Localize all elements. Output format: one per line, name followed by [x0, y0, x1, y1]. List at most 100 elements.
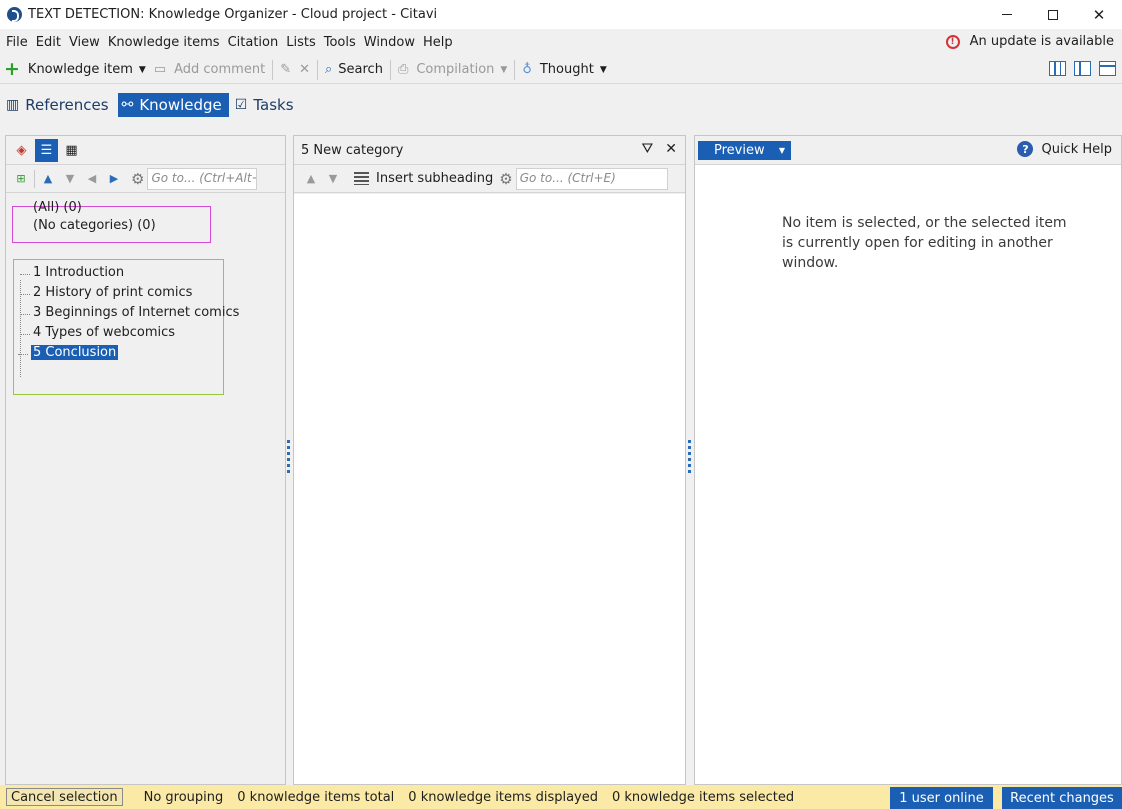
preview-label: Preview	[714, 142, 765, 158]
close-icon: ✕	[1092, 5, 1106, 24]
category-toolbar: ⊞ ▲ ▼ ◀ ▶ ⚙ Go to... (Ctrl+Alt+	[6, 165, 285, 193]
add-category-icon[interactable]: ⊞	[10, 172, 32, 185]
knowledge-goto-input[interactable]: Go to... (Ctrl+E)	[515, 167, 668, 190]
maximize-button[interactable]	[1030, 0, 1076, 29]
category-tree: (All) (0) (No categories) (0) 1 Introduc…	[6, 194, 285, 784]
menu-view[interactable]: View	[63, 35, 100, 50]
printer-icon: ⎙	[397, 62, 409, 77]
cancel-selection-button[interactable]: Cancel selection	[6, 788, 123, 806]
search-icon: ⌕	[325, 62, 333, 77]
outline-item[interactable]: 3 Beginnings of Internet comics	[19, 305, 239, 320]
splitter-handle[interactable]	[688, 440, 692, 480]
chevron-down-icon[interactable]: ▼	[139, 65, 146, 75]
preview-body: No item is selected, or the selected ite…	[695, 165, 1121, 784]
selected-items-status: 0 knowledge items selected	[611, 789, 795, 805]
category-none[interactable]: (No categories) (0)	[33, 218, 156, 233]
update-notice-label: An update is available	[969, 34, 1114, 49]
tab-references[interactable]: ▥ References	[2, 93, 116, 117]
view-grid-button[interactable]: ▦	[60, 139, 83, 162]
title-bar: TEXT DETECTION: Knowledge Organizer - Cl…	[0, 0, 1122, 29]
subheading-icon	[354, 172, 369, 185]
knowledge-item-label: Knowledge item	[27, 62, 133, 77]
knowledge-item-button[interactable]: + Knowledge item ▼	[0, 57, 150, 83]
knowledge-items-pane: 5 New category ⛛ ✕ ▲ ▼ Insert subheading…	[293, 135, 686, 785]
move-down-icon[interactable]: ▼	[59, 172, 81, 185]
layout-three-pane-icon[interactable]	[1049, 61, 1066, 76]
outline-item[interactable]: 1 Introduction	[19, 265, 124, 280]
category-goto-input[interactable]: Go to... (Ctrl+Alt+	[147, 167, 258, 190]
outline-item[interactable]: 2 History of print comics	[19, 285, 192, 300]
preview-pane: Preview ▼ ? Quick Help No item is select…	[694, 135, 1122, 785]
recent-changes-button[interactable]: Recent changes	[1002, 787, 1122, 809]
main-toolbar: + Knowledge item ▼ ▭ Add comment ✎ ✕ ⌕ S…	[0, 56, 1122, 84]
preview-header: Preview ▼ ? Quick Help	[695, 136, 1121, 165]
tab-tasks-label: Tasks	[253, 96, 294, 114]
move-left-icon[interactable]: ◀	[81, 172, 103, 185]
view-outline-button[interactable]: ☰	[35, 138, 58, 162]
books-icon: ▥	[6, 97, 20, 113]
tab-tasks[interactable]: ☑ Tasks	[231, 93, 301, 117]
compilation-button[interactable]: ⎙ Compilation ▼	[394, 57, 511, 83]
chevron-down-icon[interactable]: ▼	[600, 65, 607, 75]
menu-citation[interactable]: Citation	[222, 35, 279, 50]
window-controls: ✕	[984, 0, 1122, 29]
move-down-icon[interactable]: ▼	[322, 172, 344, 185]
displayed-items-status: 0 knowledge items displayed	[408, 789, 598, 805]
menu-lists[interactable]: Lists	[280, 35, 316, 50]
move-right-icon[interactable]: ▶	[103, 172, 125, 185]
edit-button[interactable]: ✎	[276, 57, 295, 83]
thought-button[interactable]: ♁ Thought ▼	[518, 57, 610, 83]
menu-window[interactable]: Window	[358, 35, 415, 50]
total-items-status: 0 knowledge items total	[237, 789, 395, 805]
splitter-handle[interactable]	[287, 440, 291, 480]
layout-two-pane-icon[interactable]	[1074, 61, 1091, 76]
knowledge-network-icon: ⚯	[121, 97, 134, 113]
knowledge-items-list[interactable]	[294, 194, 685, 784]
layout-single-pane-icon[interactable]	[1099, 61, 1116, 76]
module-tabs: ▥ References ⚯ Knowledge ☑ Tasks	[0, 92, 301, 118]
search-button[interactable]: ⌕ Search	[321, 57, 387, 83]
users-online-button[interactable]: 1 user online	[890, 787, 993, 809]
category-title: 5 New category	[301, 142, 404, 158]
insert-subheading-button[interactable]: Insert subheading	[376, 171, 493, 186]
delete-button[interactable]: ✕	[295, 57, 314, 83]
status-bar-right: 1 user online Recent changes	[890, 787, 1122, 809]
gear-icon[interactable]: ⚙	[499, 170, 512, 188]
update-alert-icon: !	[945, 34, 960, 49]
delete-x-icon: ✕	[299, 62, 310, 77]
grouping-status[interactable]: No grouping	[137, 790, 231, 805]
gear-icon[interactable]: ⚙	[131, 170, 144, 188]
grid-icon: ▦	[65, 142, 78, 158]
close-button[interactable]: ✕	[1076, 0, 1122, 29]
menu-help[interactable]: Help	[417, 35, 453, 50]
update-notice[interactable]: ! An update is available	[945, 34, 1114, 49]
empty-preview-message: No item is selected, or the selected ite…	[782, 215, 1067, 271]
plus-icon: +	[4, 58, 20, 80]
category-header-actions: ⛛ ✕	[642, 141, 678, 157]
menu-edit[interactable]: Edit	[30, 35, 61, 50]
preview-dropdown[interactable]: Preview ▼	[698, 140, 791, 160]
close-icon[interactable]: ✕	[665, 141, 677, 157]
category-all[interactable]: (All) (0)	[33, 200, 82, 215]
move-up-icon[interactable]: ▲	[37, 172, 59, 185]
menu-tools[interactable]: Tools	[318, 35, 356, 50]
outline-item-selected[interactable]: 5 Conclusion	[17, 345, 119, 360]
minimize-icon	[1002, 14, 1012, 15]
menu-knowledge-items[interactable]: Knowledge items	[102, 35, 220, 50]
minimize-button[interactable]	[984, 0, 1030, 29]
navigation-view-switcher: ◈ ☰ ▦	[6, 136, 285, 165]
compilation-label: Compilation	[416, 62, 495, 77]
view-categories-button[interactable]: ◈	[10, 139, 33, 162]
quick-help-button[interactable]: ? Quick Help	[1017, 141, 1112, 157]
filter-icon[interactable]: ⛛	[642, 141, 654, 157]
comment-icon: ▭	[153, 62, 167, 77]
tab-knowledge[interactable]: ⚯ Knowledge	[117, 93, 229, 117]
chevron-down-icon[interactable]: ▼	[500, 65, 507, 75]
outline-icon: ☰	[40, 142, 53, 158]
citavi-app-icon	[7, 7, 22, 22]
add-comment-button[interactable]: ▭ Add comment	[150, 57, 269, 83]
menu-file[interactable]: File	[0, 35, 28, 50]
tag-icon: ◈	[16, 142, 27, 158]
move-up-icon[interactable]: ▲	[300, 172, 322, 185]
outline-item[interactable]: 4 Types of webcomics	[19, 325, 175, 340]
